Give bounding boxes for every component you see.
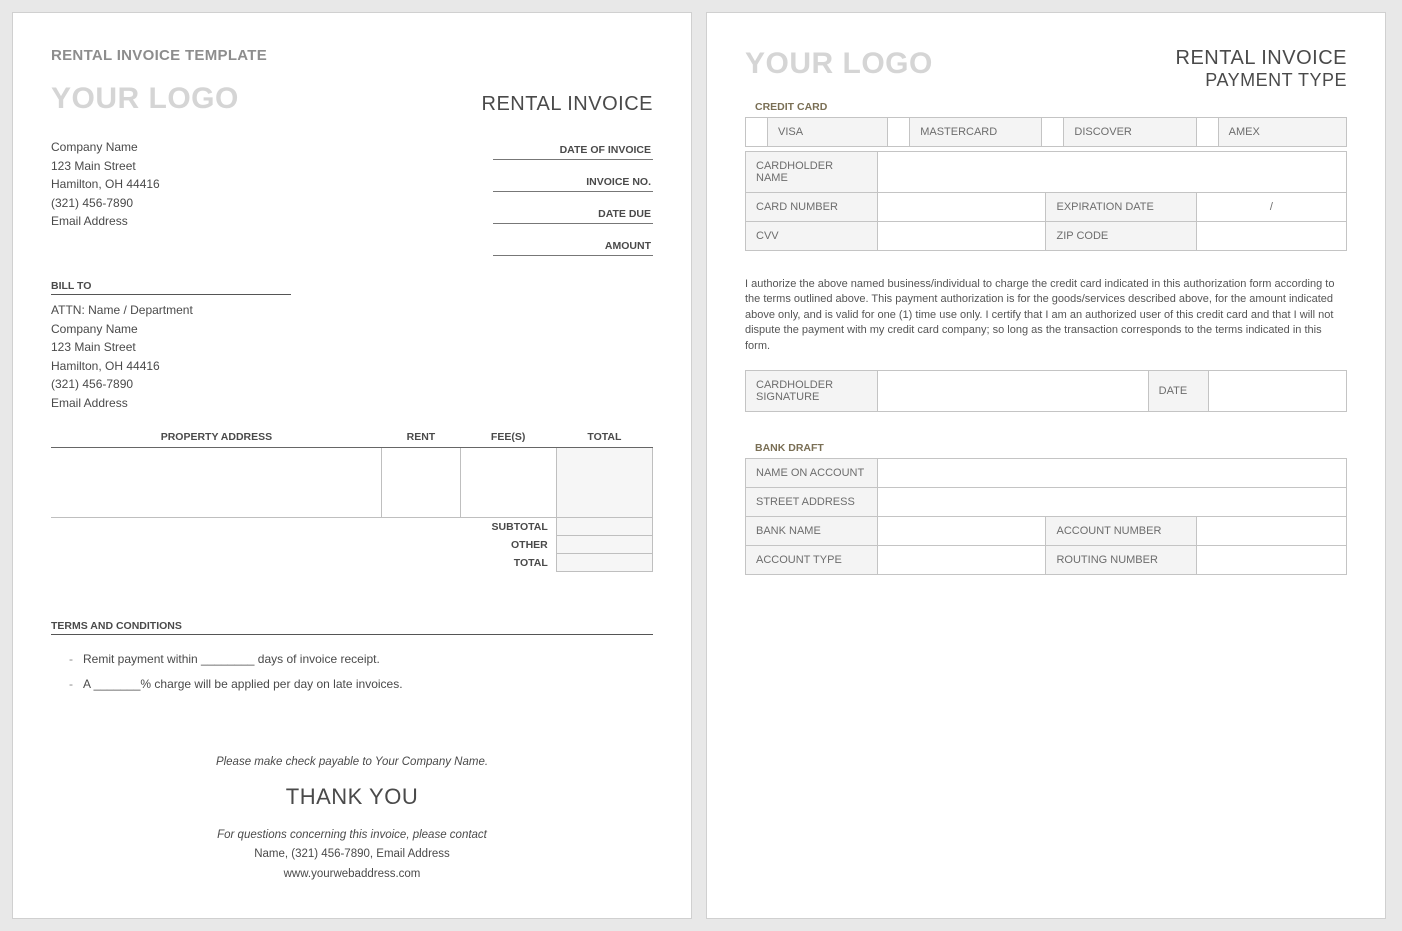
invoice-meta-block: DATE OF INVOICE INVOICE NO. DATE DUE AMO…	[493, 138, 653, 266]
signature-date-input[interactable]	[1208, 370, 1346, 411]
footer-block: Please make check payable to Your Compan…	[51, 753, 653, 885]
meta-amount[interactable]: AMOUNT	[493, 234, 653, 256]
header-row: YOUR LOGO RENTAL INVOICE	[51, 82, 653, 116]
routing-number-input[interactable]	[1196, 545, 1346, 574]
zip-label: ZIP CODE	[1046, 222, 1196, 251]
street-address-input[interactable]	[878, 487, 1347, 516]
mastercard-checkbox[interactable]	[888, 118, 910, 147]
page-heading: RENTAL INVOICE	[482, 93, 653, 116]
subtotal-label: SUBTOTAL	[51, 517, 556, 536]
cardnumber-input[interactable]	[878, 193, 1046, 222]
terms-label: TERMS AND CONDITIONS	[51, 620, 653, 635]
amex-checkbox[interactable]	[1196, 118, 1218, 147]
amex-label: AMEX	[1218, 118, 1346, 147]
meta-invoice-no[interactable]: INVOICE NO.	[493, 170, 653, 192]
signature-date-label: DATE	[1148, 370, 1208, 411]
cardholder-input[interactable]	[878, 152, 1347, 193]
th-rent: RENT	[382, 427, 460, 448]
cvv-label: CVV	[746, 222, 878, 251]
bank-name-label: BANK NAME	[746, 516, 878, 545]
footer-payable: Please make check payable to Your Compan…	[51, 753, 653, 773]
account-type-label: ACCOUNT TYPE	[746, 545, 878, 574]
bill-to-email: Email Address	[51, 394, 653, 413]
routing-number-label: ROUTING NUMBER	[1046, 545, 1196, 574]
bill-to-phone: (321) 456-7890	[51, 375, 653, 394]
invoice-page-2: YOUR LOGO RENTAL INVOICE PAYMENT TYPE CR…	[706, 12, 1386, 919]
company-phone: (321) 456-7890	[51, 194, 160, 213]
page2-heading-2: PAYMENT TYPE	[1176, 70, 1347, 91]
account-type-input[interactable]	[878, 545, 1046, 574]
logo-placeholder: YOUR LOGO	[745, 47, 933, 81]
bill-to-street: 123 Main Street	[51, 338, 653, 357]
th-total: TOTAL	[556, 427, 652, 448]
term-item: A _______% charge will be applied per da…	[69, 672, 653, 697]
visa-checkbox[interactable]	[746, 118, 768, 147]
meta-date-due[interactable]: DATE DUE	[493, 202, 653, 224]
credit-card-label: CREDIT CARD	[755, 101, 1347, 113]
expiration-input[interactable]: /	[1196, 193, 1346, 222]
account-name-label: NAME ON ACCOUNT	[746, 458, 878, 487]
signature-label: CARDHOLDER SIGNATURE	[746, 370, 878, 411]
account-name-input[interactable]	[878, 458, 1347, 487]
cc-type-table: VISA MASTERCARD DISCOVER AMEX	[745, 117, 1347, 147]
discover-checkbox[interactable]	[1042, 118, 1064, 147]
bank-draft-label: BANK DRAFT	[755, 442, 1347, 454]
terms-list: Remit payment within ________ days of in…	[51, 647, 653, 697]
bill-to-block: ATTN: Name / Department Company Name 123…	[51, 301, 653, 413]
footer-web: www.yourwebaddress.com	[51, 865, 653, 885]
other-value[interactable]	[556, 536, 652, 554]
other-row: OTHER	[51, 536, 653, 554]
company-name: Company Name	[51, 138, 160, 157]
company-email: Email Address	[51, 212, 160, 231]
signature-table: CARDHOLDER SIGNATURE DATE	[745, 370, 1347, 412]
company-city: Hamilton, OH 44416	[51, 175, 160, 194]
other-label: OTHER	[51, 536, 556, 554]
bill-to-label: BILL TO	[51, 280, 291, 295]
expiration-label: EXPIRATION DATE	[1046, 193, 1196, 222]
th-fees: FEE(S)	[460, 427, 556, 448]
account-number-label: ACCOUNT NUMBER	[1046, 516, 1196, 545]
th-property: PROPERTY ADDRESS	[51, 427, 382, 448]
invoice-page-1: RENTAL INVOICE TEMPLATE YOUR LOGO RENTAL…	[12, 12, 692, 919]
logo-placeholder: YOUR LOGO	[51, 82, 239, 116]
footer-contact-line: Name, (321) 456-7890, Email Address	[51, 845, 653, 865]
total-row: TOTAL	[51, 554, 653, 572]
subtotal-value[interactable]	[556, 517, 652, 536]
cardholder-label: CARDHOLDER NAME	[746, 152, 878, 193]
authorization-text: I authorize the above named business/ind…	[745, 277, 1347, 354]
document-title: RENTAL INVOICE TEMPLATE	[51, 47, 653, 64]
zip-input[interactable]	[1196, 222, 1346, 251]
property-table: PROPERTY ADDRESS RENT FEE(S) TOTAL SUBTO…	[51, 427, 653, 573]
cc-fields-table: CARDHOLDER NAME CARD NUMBER EXPIRATION D…	[745, 151, 1347, 251]
cardnumber-label: CARD NUMBER	[746, 193, 878, 222]
term-item: Remit payment within ________ days of in…	[69, 647, 653, 672]
bank-fields-table: NAME ON ACCOUNT STREET ADDRESS BANK NAME…	[745, 458, 1347, 575]
cvv-input[interactable]	[878, 222, 1046, 251]
visa-label: VISA	[768, 118, 888, 147]
account-number-input[interactable]	[1196, 516, 1346, 545]
table-row[interactable]	[51, 447, 653, 517]
page2-heading-1: RENTAL INVOICE	[1176, 47, 1347, 70]
meta-date-of-invoice[interactable]: DATE OF INVOICE	[493, 138, 653, 160]
street-address-label: STREET ADDRESS	[746, 487, 878, 516]
discover-label: DISCOVER	[1064, 118, 1196, 147]
company-block: Company Name 123 Main Street Hamilton, O…	[51, 138, 160, 231]
subtotal-row: SUBTOTAL	[51, 517, 653, 536]
bill-to-city: Hamilton, OH 44416	[51, 357, 653, 376]
footer-contact-intro: For questions concerning this invoice, p…	[51, 826, 653, 846]
total-label: TOTAL	[51, 554, 556, 572]
footer-thank-you: THANK YOU	[51, 778, 653, 815]
mastercard-label: MASTERCARD	[910, 118, 1042, 147]
bank-name-input[interactable]	[878, 516, 1046, 545]
bill-to-name: Company Name	[51, 320, 653, 339]
total-value[interactable]	[556, 554, 652, 572]
bill-to-attn: ATTN: Name / Department	[51, 301, 653, 320]
company-street: 123 Main Street	[51, 157, 160, 176]
signature-input[interactable]	[878, 370, 1148, 411]
